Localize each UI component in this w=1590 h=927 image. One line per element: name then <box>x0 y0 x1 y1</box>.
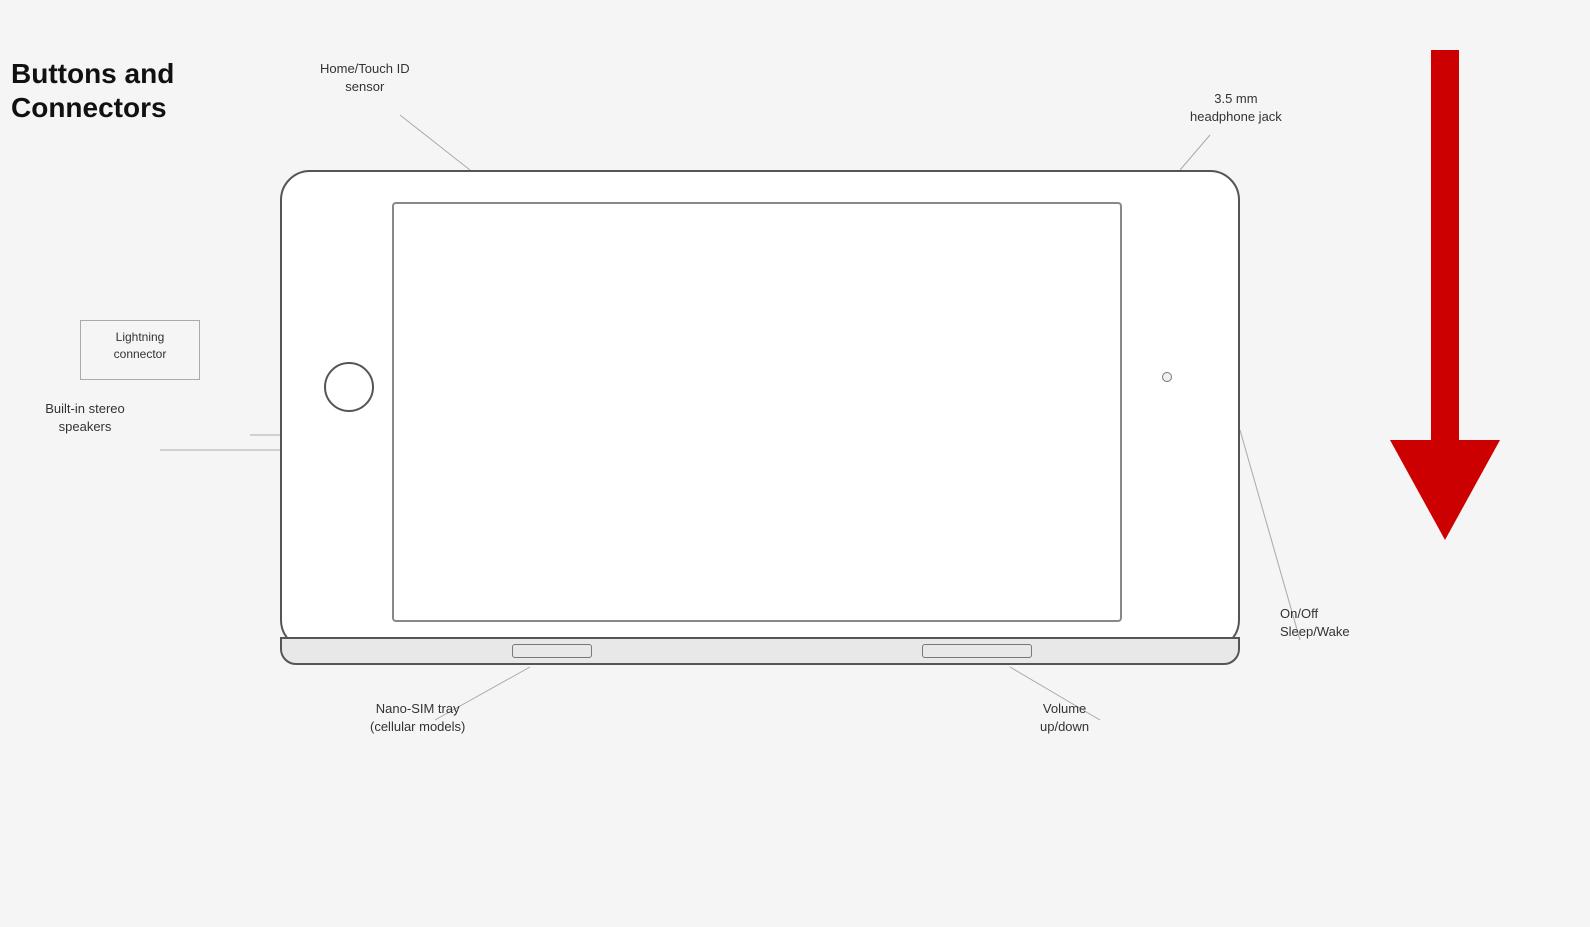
ipad-bottom-bar <box>280 637 1240 665</box>
on-off-sleep-wake-label: On/OffSleep/Wake <box>1280 605 1350 641</box>
red-arrow-indicator <box>1390 50 1500 540</box>
nano-sim-tray-label: Nano-SIM tray(cellular models) <box>370 700 465 736</box>
ipad-body <box>280 170 1240 650</box>
arrow-shaft <box>1431 50 1459 440</box>
volume-updown-label: Volumeup/down <box>1040 700 1089 736</box>
home-touch-label: Home/Touch IDsensor <box>320 60 410 96</box>
speaker-grill-left <box>512 644 592 658</box>
front-camera <box>1162 372 1172 382</box>
built-in-speakers-label: Built-in stereospeakers <box>30 400 140 436</box>
headphone-jack-label: 3.5 mmheadphone jack <box>1190 90 1282 126</box>
ipad-screen <box>392 202 1122 622</box>
speaker-grill-right <box>922 644 1032 658</box>
arrow-head <box>1390 440 1500 540</box>
lightning-connector-box: Lightningconnector <box>80 320 200 380</box>
home-button <box>324 362 374 412</box>
lightning-connector-label: Lightningconnector <box>81 329 199 363</box>
diagram-container: Lightningconnector Home/Touch IDsensor 3… <box>220 60 1320 760</box>
